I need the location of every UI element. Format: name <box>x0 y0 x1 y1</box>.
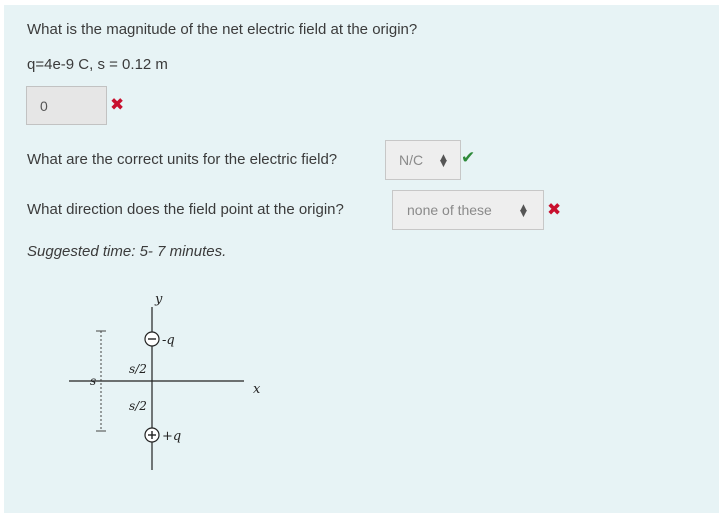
magnitude-answer-input[interactable]: 0 <box>26 86 107 125</box>
given-values: q=4e-9 C, s = 0.12 m <box>27 56 168 73</box>
top-charge-label: -q <box>162 333 175 348</box>
x-axis-label: x <box>253 382 261 397</box>
incorrect-x-icon: ✖ <box>110 95 125 115</box>
direction-question-prompt: What direction does the field point at t… <box>27 201 344 218</box>
total-spacing-label: s <box>90 374 96 388</box>
charge-diagram: y x s s/2 s/2 -q +q <box>69 292 261 470</box>
select-arrows-icon: ▲ ▼ <box>440 153 447 169</box>
units-select[interactable]: N/C ▲ ▼ <box>385 140 461 180</box>
direction-select-value: none of these <box>407 202 492 218</box>
select-arrows-icon: ▲ ▼ <box>520 203 527 219</box>
bottom-charge-label: +q <box>162 429 181 444</box>
question-prompt: What is the magnitude of the net electri… <box>27 21 418 38</box>
y-axis-label: y <box>154 292 163 307</box>
direction-select[interactable]: none of these ▲ ▼ <box>392 190 544 230</box>
suggested-time: Suggested time: 5- 7 minutes. <box>27 243 227 260</box>
lower-spacing-label: s/2 <box>129 399 147 413</box>
incorrect-x-icon: ✖ <box>547 200 562 220</box>
correct-check-icon: ✔ <box>461 148 476 168</box>
units-select-value: N/C <box>399 152 424 168</box>
question-panel: What is the magnitude of the net electri… <box>4 5 719 513</box>
units-question-prompt: What are the correct units for the elect… <box>27 151 338 168</box>
upper-spacing-label: s/2 <box>129 362 147 376</box>
